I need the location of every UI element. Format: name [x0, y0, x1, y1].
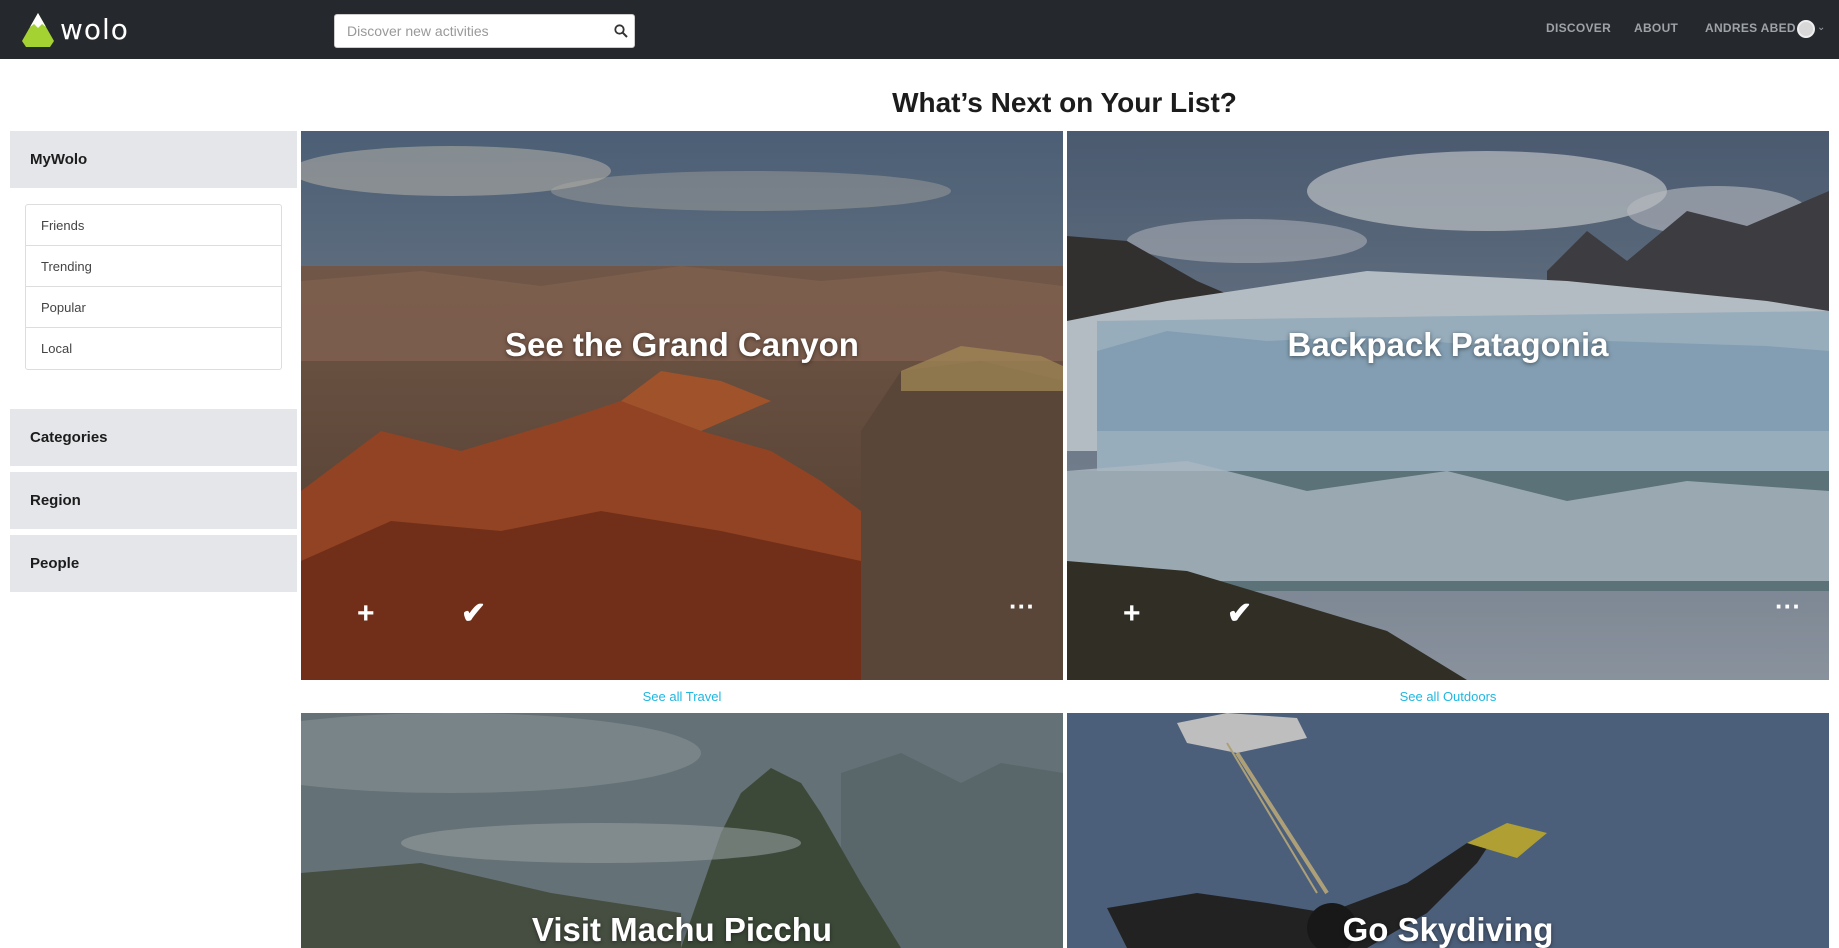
sidebar-item-friends[interactable]: Friends: [26, 205, 281, 246]
activity-card-grand-canyon[interactable]: See the Grand Canyon + ✔ ···: [301, 131, 1063, 680]
activity-card-patagonia[interactable]: Backpack Patagonia + ✔ ···: [1067, 131, 1829, 680]
sidebar-mywolo-list: Friends Trending Popular Local: [25, 204, 282, 370]
ellipsis-icon[interactable]: ···: [1775, 593, 1801, 619]
check-icon[interactable]: ✔: [461, 599, 486, 629]
sidebar-people-header[interactable]: People: [10, 535, 297, 592]
chevron-down-icon[interactable]: ⌄: [1817, 22, 1825, 33]
see-all-outdoors-link[interactable]: See all Outdoors: [1067, 689, 1829, 704]
sidebar-item-popular[interactable]: Popular: [26, 287, 281, 328]
search-icon[interactable]: [614, 24, 628, 38]
plus-icon[interactable]: +: [357, 599, 375, 629]
plus-icon[interactable]: +: [1123, 599, 1141, 629]
top-navbar: wolo DISCOVER ABOUT ANDRES ABED ⌄: [0, 0, 1839, 59]
nav-about-link[interactable]: ABOUT: [1634, 21, 1678, 35]
nav-user-menu[interactable]: ANDRES ABED: [1705, 21, 1796, 35]
mountain-logo-icon: [22, 13, 54, 47]
activity-card-machu-picchu[interactable]: Visit Machu Picchu: [301, 713, 1063, 948]
sidebar-categories-header[interactable]: Categories: [10, 409, 297, 466]
page-title: What’s Next on Your List?: [892, 87, 1237, 118]
nav-discover-link[interactable]: DISCOVER: [1546, 21, 1611, 35]
sidebar-mywolo-header[interactable]: MyWolo: [10, 131, 297, 188]
card-title: Backpack Patagonia: [1287, 326, 1609, 363]
sidebar-item-trending[interactable]: Trending: [26, 246, 281, 287]
activity-card-skydiving[interactable]: Go Skydiving: [1067, 713, 1829, 948]
user-avatar[interactable]: [1797, 20, 1815, 38]
brand-name: wolo: [60, 12, 129, 46]
card-title: See the Grand Canyon: [505, 326, 859, 363]
brand-logo[interactable]: wolo: [20, 11, 129, 47]
sidebar-region-header[interactable]: Region: [10, 472, 297, 529]
ellipsis-icon[interactable]: ···: [1009, 593, 1035, 619]
search-input[interactable]: [335, 15, 595, 47]
check-icon[interactable]: ✔: [1227, 599, 1252, 629]
search-box: [334, 14, 635, 48]
card-title: Go Skydiving: [1342, 911, 1554, 948]
see-all-travel-link[interactable]: See all Travel: [301, 689, 1063, 704]
card-title: Visit Machu Picchu: [531, 911, 833, 948]
sidebar-item-local[interactable]: Local: [26, 328, 281, 369]
